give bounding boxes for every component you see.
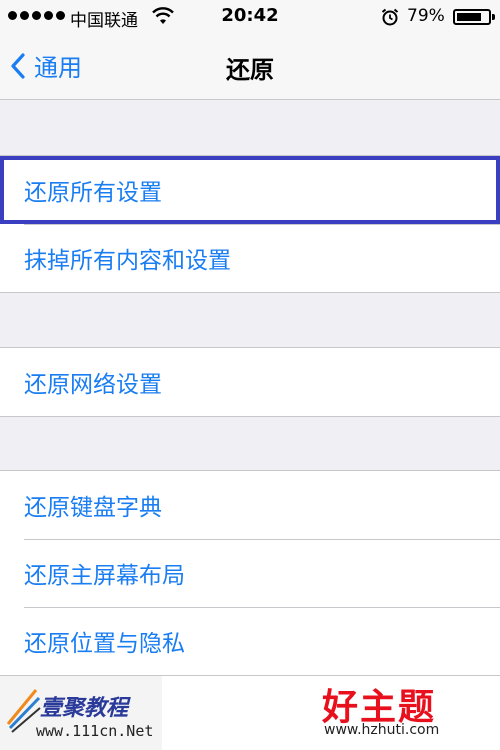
status-bar: 中国联通 20:42 79% (0, 0, 500, 32)
list-item-label: 还原键盘字典 (24, 495, 162, 521)
watermark-left: 壹聚教程 www.111cn.Net (0, 676, 162, 750)
reset-all-settings-item[interactable]: 还原所有设置 (0, 156, 500, 224)
reset-network-settings-item[interactable]: 还原网络设置 (0, 348, 500, 416)
erase-all-content-item[interactable]: 抹掉所有内容和设置 (0, 224, 500, 292)
list-item-label: 还原网络设置 (24, 372, 162, 398)
reset-group-2: 还原网络设置 (0, 347, 500, 417)
watermark-right-url: www.hzhuti.com (324, 722, 440, 738)
reset-group-3: 还原键盘字典 还原主屏幕布局 还原位置与隐私 (0, 470, 500, 676)
watermark-left-brand: 壹聚教程 (40, 696, 129, 721)
navigation-bar: 通用 还原 (0, 32, 500, 100)
battery-percent: 79% (407, 6, 445, 26)
reset-group-1: 还原所有设置 抹掉所有内容和设置 (0, 155, 500, 293)
list-item-label: 还原主屏幕布局 (24, 563, 185, 589)
alarm-icon (381, 8, 399, 26)
reset-location-privacy-item[interactable]: 还原位置与隐私 (0, 607, 500, 675)
watermark-left-url: www.111cn.Net (36, 722, 154, 740)
page-title: 还原 (226, 56, 274, 84)
list-item-label: 还原所有设置 (24, 180, 162, 206)
reset-keyboard-dictionary-item[interactable]: 还原键盘字典 (0, 471, 500, 539)
list-item-label: 还原位置与隐私 (24, 631, 185, 657)
list-item-label: 抹掉所有内容和设置 (24, 248, 231, 274)
reset-home-screen-layout-item[interactable]: 还原主屏幕布局 (0, 539, 500, 607)
battery-fill (457, 13, 481, 21)
battery-icon (453, 9, 495, 25)
